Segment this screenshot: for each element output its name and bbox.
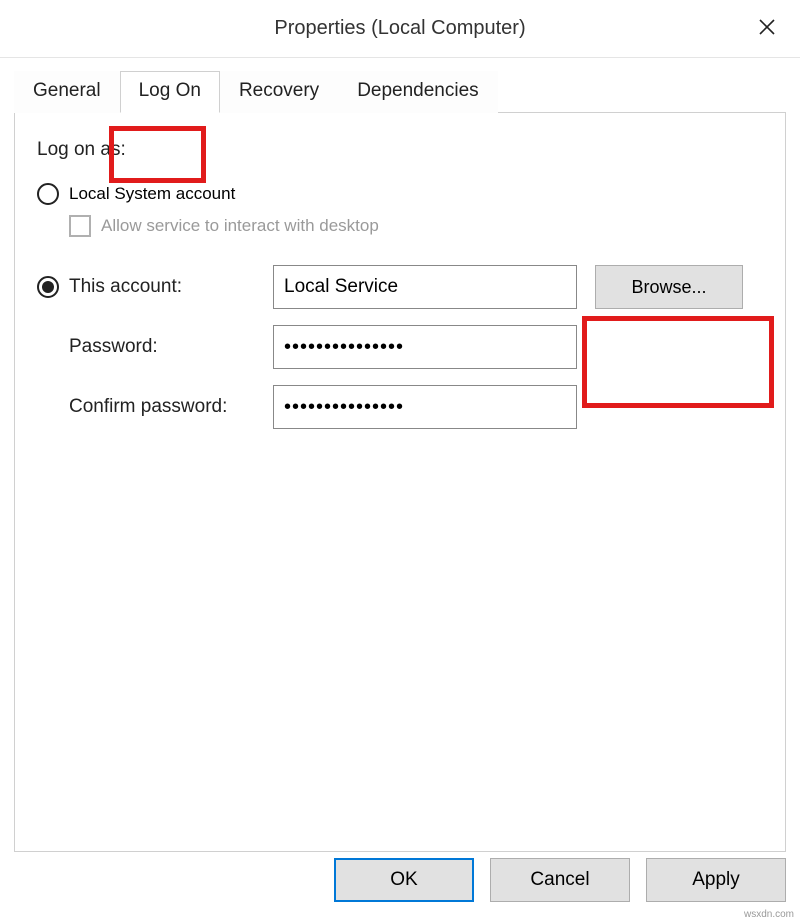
tab-log-on[interactable]: Log On (120, 71, 220, 113)
apply-button[interactable]: Apply (646, 858, 786, 902)
close-button[interactable] (752, 12, 782, 42)
tab-recovery[interactable]: Recovery (220, 71, 338, 113)
this-account-label: This account: (69, 276, 182, 298)
titlebar: Properties (Local Computer) (0, 0, 800, 58)
log-on-as-label: Log on as: (37, 139, 763, 161)
cancel-button[interactable]: Cancel (490, 858, 630, 902)
tab-panel-log-on: Log on as: Local System account Allow se… (14, 112, 786, 852)
account-form: This account: Browse... Password: (37, 265, 763, 429)
window-title: Properties (Local Computer) (274, 17, 525, 40)
local-system-label: Local System account (69, 184, 235, 204)
option-interact-desktop: Allow service to interact with desktop (69, 215, 763, 237)
dialog-button-bar: OK Cancel Apply (334, 858, 786, 902)
tab-dependencies[interactable]: Dependencies (338, 71, 497, 113)
radio-local-system[interactable] (37, 183, 59, 205)
confirm-password-input[interactable] (273, 385, 577, 429)
interact-desktop-label: Allow service to interact with desktop (101, 216, 379, 236)
ok-button[interactable]: OK (334, 858, 474, 902)
tab-general[interactable]: General (14, 71, 120, 113)
tab-container: General Log On Recovery Dependencies Log… (14, 70, 786, 852)
password-label: Password: (69, 336, 158, 358)
password-input[interactable] (273, 325, 577, 369)
watermark: wsxdn.com (744, 909, 794, 920)
checkbox-interact-desktop (69, 215, 91, 237)
confirm-password-label: Confirm password: (69, 396, 227, 418)
tab-row: General Log On Recovery Dependencies (14, 70, 786, 112)
radio-this-account[interactable] (37, 276, 59, 298)
close-icon (759, 19, 775, 35)
option-local-system[interactable]: Local System account (37, 183, 763, 205)
account-name-input[interactable] (273, 265, 577, 309)
browse-button[interactable]: Browse... (595, 265, 743, 309)
